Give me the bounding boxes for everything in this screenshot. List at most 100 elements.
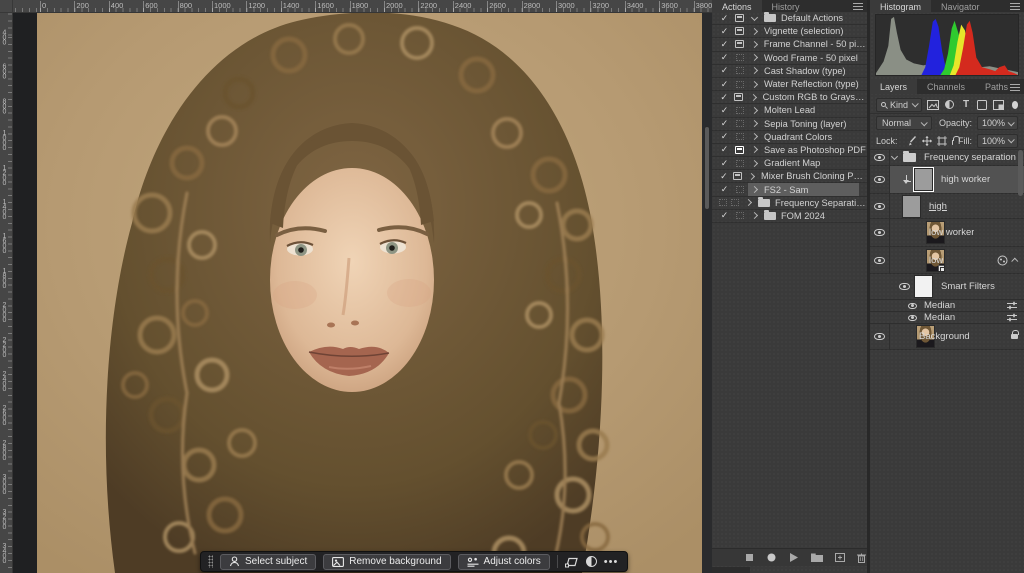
- expand-chevron-icon[interactable]: [751, 28, 758, 35]
- smart-filters-label[interactable]: Smart Filters: [941, 281, 995, 292]
- visibility-toggle[interactable]: [904, 312, 920, 323]
- action-dialog-toggle[interactable]: [731, 40, 748, 48]
- filter-blend-options-icon[interactable]: [1006, 301, 1018, 310]
- action-row[interactable]: ✓FS2 - Sam: [712, 183, 867, 196]
- filter-row[interactable]: Median: [870, 300, 1024, 312]
- visibility-toggle[interactable]: [894, 274, 914, 299]
- action-include-toggle[interactable]: ✓: [718, 80, 731, 89]
- panel-menu-icon[interactable]: [1010, 3, 1020, 10]
- filter-name[interactable]: Median: [924, 300, 955, 311]
- collapse-filters-chevron-icon[interactable]: [1011, 257, 1018, 264]
- canvas-scrollbar-thumb[interactable]: [704, 126, 710, 210]
- action-dialog-toggle[interactable]: [731, 14, 748, 22]
- action-row[interactable]: ✓Water Reflection (type): [712, 78, 867, 91]
- action-row[interactable]: ✓Sepia Toning (layer): [712, 118, 867, 131]
- pixel-layers-filter-icon[interactable]: [927, 99, 939, 111]
- play-icon[interactable]: [788, 552, 798, 564]
- action-include-toggle[interactable]: ✓: [718, 53, 731, 62]
- remove-background-button[interactable]: Remove background: [323, 554, 450, 570]
- layer-name[interactable]: high worker: [941, 174, 990, 185]
- expand-chevron-icon[interactable]: [748, 173, 755, 180]
- action-include-toggle[interactable]: ✓: [718, 40, 731, 49]
- tab-actions[interactable]: Actions: [712, 0, 762, 12]
- action-dialog-toggle[interactable]: [730, 93, 746, 101]
- visibility-toggle[interactable]: [870, 324, 890, 349]
- blend-mode-select[interactable]: Normal: [876, 116, 932, 130]
- panel-menu-icon[interactable]: [853, 3, 863, 10]
- fill-select[interactable]: 100%: [977, 134, 1018, 148]
- action-include-toggle[interactable]: ✓: [718, 172, 730, 181]
- adjust-colors-button[interactable]: Adjust colors: [458, 554, 550, 570]
- tab-histogram[interactable]: Histogram: [870, 0, 931, 12]
- filter-row[interactable]: Median: [870, 312, 1024, 324]
- action-dialog-toggle[interactable]: [731, 146, 748, 154]
- expand-chevron-icon[interactable]: [745, 199, 752, 206]
- group-expand-chevron-icon[interactable]: [891, 153, 898, 160]
- action-include-toggle[interactable]: ✓: [718, 199, 728, 206]
- action-include-toggle[interactable]: ✓: [718, 93, 730, 102]
- action-dialog-toggle[interactable]: [730, 172, 745, 180]
- expand-chevron-icon[interactable]: [751, 80, 758, 87]
- adjustments-icon[interactable]: [586, 556, 597, 567]
- action-dialog-toggle[interactable]: [731, 81, 748, 88]
- action-include-toggle[interactable]: ✓: [718, 106, 731, 115]
- panel-menu-icon[interactable]: [1010, 84, 1020, 91]
- lock-transparency-icon[interactable]: [903, 136, 904, 145]
- delete-icon[interactable]: [857, 552, 867, 564]
- action-row[interactable]: ✓FOM 2024: [712, 210, 867, 223]
- action-row[interactable]: ✓Save as Photoshop PDF: [712, 144, 867, 157]
- smart-filter-icon[interactable]: [997, 255, 1008, 266]
- visibility-toggle[interactable]: [870, 247, 890, 273]
- opacity-select[interactable]: 100%: [977, 116, 1018, 130]
- select-subject-button[interactable]: Select subject: [220, 554, 316, 570]
- action-dialog-toggle[interactable]: [731, 212, 748, 219]
- action-row[interactable]: ✓Mixer Brush Cloning Paint ...: [712, 170, 867, 183]
- expand-chevron-icon[interactable]: [751, 14, 758, 21]
- action-dialog-toggle[interactable]: [731, 120, 748, 127]
- action-row[interactable]: ✓Molten Lead: [712, 104, 867, 117]
- more-options-icon[interactable]: •••: [604, 557, 619, 567]
- layer-row[interactable]: high worker: [870, 166, 1024, 194]
- layer-name[interactable]: high: [929, 201, 947, 212]
- contextual-taskbar[interactable]: Select subject Remove background Adjust …: [200, 551, 628, 572]
- tab-history[interactable]: History: [762, 0, 810, 12]
- action-dialog-toggle[interactable]: [731, 107, 748, 114]
- layer-name[interactable]: Frequency separation: [924, 152, 1016, 163]
- action-dialog-toggle[interactable]: [731, 54, 748, 61]
- kind-filter-select[interactable]: Kind: [876, 98, 922, 112]
- stop-icon[interactable]: [744, 552, 754, 564]
- expand-chevron-icon[interactable]: [751, 160, 758, 167]
- action-row[interactable]: ✓Cast Shadow (type): [712, 65, 867, 78]
- smart-filters-mask-thumbnail[interactable]: [914, 275, 933, 298]
- action-include-toggle[interactable]: ✓: [718, 14, 731, 23]
- layer-row[interactable]: high: [870, 194, 1024, 219]
- layer-name[interactable]: low worker: [929, 227, 974, 238]
- visibility-toggle[interactable]: [904, 300, 920, 311]
- layer-row[interactable]: low worker: [870, 219, 1024, 247]
- canvas-vertical-scrollbar[interactable]: [702, 13, 712, 573]
- visibility-toggle[interactable]: [870, 219, 890, 246]
- action-row[interactable]: ✓Gradient Map: [712, 157, 867, 170]
- action-include-toggle[interactable]: ✓: [718, 132, 731, 141]
- action-row[interactable]: ✓Custom RGB to Grayscale: [712, 91, 867, 104]
- record-icon[interactable]: [766, 552, 776, 564]
- layer-group-row[interactable]: Frequency separation: [870, 150, 1024, 166]
- shape-layers-filter-icon[interactable]: [977, 99, 988, 111]
- filter-toggle-icon[interactable]: [1012, 101, 1019, 109]
- type-layers-filter-icon[interactable]: T: [960, 99, 971, 111]
- action-row[interactable]: ✓Frame Channel - 50 pixel: [712, 38, 867, 51]
- layer-row[interactable]: low: [870, 247, 1024, 274]
- lock-pixels-brush-icon[interactable]: [908, 135, 917, 147]
- taskbar-drag-handle[interactable]: [208, 555, 213, 568]
- action-row[interactable]: ✓Wood Frame - 50 pixel: [712, 52, 867, 65]
- action-row[interactable]: ✓Frequency Separation 2022: [712, 197, 867, 210]
- action-dialog-toggle[interactable]: [728, 199, 742, 206]
- action-dialog-toggle[interactable]: [731, 27, 748, 35]
- canvas-area[interactable]: [13, 13, 712, 573]
- expand-chevron-icon[interactable]: [751, 54, 758, 61]
- smart-objects-filter-icon[interactable]: [993, 99, 1004, 111]
- layer-thumbnail[interactable]: [914, 168, 933, 191]
- filter-blend-options-icon[interactable]: [1006, 313, 1018, 322]
- action-dialog-toggle[interactable]: [731, 133, 748, 140]
- expand-chevron-icon[interactable]: [751, 133, 758, 140]
